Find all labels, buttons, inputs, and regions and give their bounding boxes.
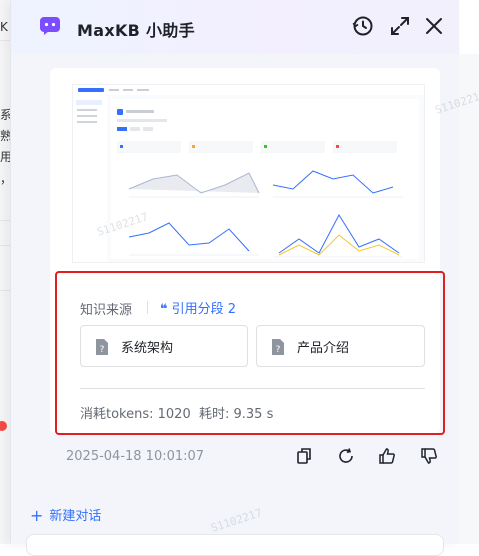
dashboard-thumbnail [73, 85, 424, 262]
copy-icon[interactable] [295, 447, 313, 465]
thumbs-up-icon[interactable] [378, 447, 396, 465]
document-icon: ? [96, 339, 108, 355]
thumbs-down-icon[interactable] [420, 447, 438, 465]
dashboard-screenshot-image [72, 84, 425, 263]
regenerate-icon[interactable] [337, 447, 355, 465]
new-chat-label: 新建对话 [49, 509, 102, 524]
background-text: K [0, 20, 8, 34]
new-chat-button[interactable]: + 新建对话 [30, 505, 102, 525]
citation-label: 引用分段 2 [171, 302, 237, 317]
citation-link[interactable]: ❝ 引用分段 2 [160, 298, 236, 317]
usage-stats: 消耗tokens: 1020 耗时: 9.35 s [80, 407, 274, 422]
svg-text:?: ? [276, 345, 281, 355]
close-icon[interactable] [422, 14, 446, 38]
document-name: 产品介绍 [297, 341, 350, 356]
panel-header: MaxKB 小助手 [11, 0, 459, 54]
document-card-system-architecture[interactable]: ? 系统架构 [80, 325, 248, 367]
panel-title: MaxKB 小助手 [77, 21, 195, 40]
background-scroll-area [459, 54, 479, 544]
quote-icon: ❝ [160, 302, 168, 317]
expand-icon[interactable] [388, 14, 412, 38]
divider [80, 388, 425, 389]
svg-text:?: ? [100, 345, 105, 355]
plus-icon: + [30, 506, 44, 525]
document-name: 系统架构 [121, 341, 174, 356]
chat-input-area[interactable] [26, 534, 444, 556]
knowledge-source-label: 知识来源 [80, 303, 133, 318]
history-icon[interactable] [351, 14, 375, 38]
message-timestamp: 2025-04-18 10:01:07 [66, 449, 205, 464]
divider [147, 301, 148, 314]
document-card-product-intro[interactable]: ? 产品介绍 [256, 325, 425, 367]
document-icon: ? [272, 339, 284, 355]
assistant-logo-icon [40, 17, 60, 35]
notification-dot [0, 421, 7, 431]
